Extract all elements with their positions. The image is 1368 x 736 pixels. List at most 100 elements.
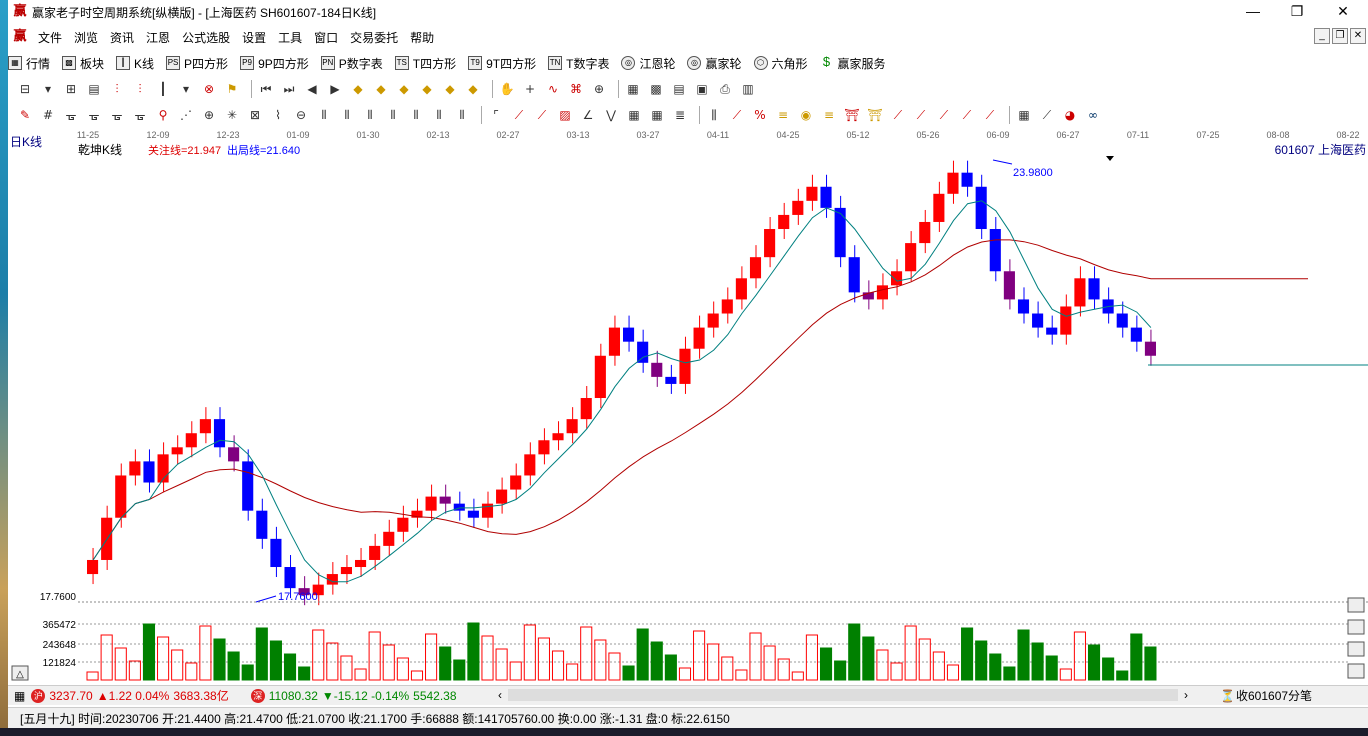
comb2-icon[interactable]: ᚗ [85,106,103,124]
vee-icon[interactable]: ⋁ [602,106,620,124]
first-icon[interactable]: ⏮ [257,80,275,98]
hatch-icon[interactable]: ▨ [556,106,574,124]
nav-t-square[interactable]: TS T四方形 [394,55,456,72]
bars7-icon[interactable]: ⦀ [453,106,471,124]
frame-icon[interactable]: ⌜ [487,106,505,124]
temple2-icon[interactable]: ⛩ [866,106,884,124]
globe-icon[interactable]: ⊕ [590,80,608,98]
menu-settings[interactable]: 设置 [236,29,272,46]
lines-icon[interactable]: ≣ [671,106,689,124]
next-icon[interactable]: ▶ [326,80,344,98]
calc-icon[interactable]: ▩ [647,80,665,98]
pattern-icon[interactable]: ⌘ [567,80,585,98]
last-icon[interactable]: ⏭ [280,80,298,98]
grid-icon[interactable]: ⊞ [62,80,80,98]
fan5-icon[interactable]: ⟋ [958,106,976,124]
nav-9p-square[interactable]: P9 9P四方形 [240,55,309,72]
pin-icon[interactable]: ⚲ [154,106,172,124]
line-chart-icon[interactable]: ⟋ [1038,106,1056,124]
diamond4-icon[interactable]: ◆ [418,80,436,98]
nav-gann-wheel[interactable]: ◎ 江恩轮 [621,55,675,72]
infinity-icon[interactable]: ∞ [1084,106,1102,124]
diamond2-icon[interactable]: ◆ [372,80,390,98]
level2-icon[interactable]: ≡ [820,106,838,124]
zoom-in-button[interactable] [1347,597,1365,613]
grid-icon[interactable]: ▦ [14,689,25,703]
diamond6-icon[interactable]: ◆ [464,80,482,98]
nav-p-square[interactable]: PS P四方形 [166,55,228,72]
comb1-icon[interactable]: ᚗ [62,106,80,124]
doc-icon[interactable]: ▤ [85,80,103,98]
zigzag-icon[interactable]: ∿ [544,80,562,98]
nav-sectors[interactable]: ▩ 板块 [62,55,104,72]
fan4-icon[interactable]: ⟋ [935,106,953,124]
rays-icon[interactable]: ⟋ [510,106,528,124]
menu-trade[interactable]: 交易委托 [344,29,404,46]
dropdown-arrow-icon[interactable]: ▾ [177,80,195,98]
candles-icon[interactable]: ⫶ [108,80,126,98]
comb3-icon[interactable]: ᚗ [108,106,126,124]
bars4-icon[interactable]: ⦀ [384,106,402,124]
layout-icon[interactable]: ⊟ [16,80,34,98]
diamond1-icon[interactable]: ◆ [349,80,367,98]
menu-gann[interactable]: 江恩 [140,29,176,46]
nav-hexagon[interactable]: ⬡ 六角形 [753,55,808,72]
minimize-button[interactable]: — [1230,0,1276,22]
dropdown-arrow-icon[interactable]: ▾ [39,80,57,98]
nav-quotes[interactable]: ▦ 行情 [8,55,50,72]
menu-browse[interactable]: 浏览 [68,29,104,46]
hand-icon[interactable]: ✋ [498,80,516,98]
angle-icon[interactable]: ∠ [579,106,597,124]
scroll-thumb[interactable] [508,689,1178,701]
mdi-minimize-button[interactable]: _ [1314,28,1330,44]
percent-icon[interactable]: % [751,106,769,124]
horizontal-scrollbar[interactable]: ‹ › [498,688,1188,702]
diamond5-icon[interactable]: ◆ [441,80,459,98]
nav-t-table[interactable]: TN T数字表 [548,55,609,72]
grid2-icon[interactable]: ▦ [625,106,643,124]
minus-button[interactable] [1347,663,1365,679]
bars5-icon[interactable]: ⦀ [407,106,425,124]
report-icon[interactable]: ▤ [670,80,688,98]
wave-icon[interactable]: ⌇ [269,106,287,124]
menu-window[interactable]: 窗口 [308,29,344,46]
tick-detail-label[interactable]: 收601607分笔 [1236,687,1312,704]
bars-icon[interactable]: ⦀ [315,106,333,124]
box-icon[interactable]: ⊠ [246,106,264,124]
scroll-left-icon[interactable]: ‹ [498,688,502,702]
pencil-icon[interactable]: ✎ [16,106,34,124]
grid3-icon[interactable]: ▦ [648,106,666,124]
temple-icon[interactable]: ⛩ [843,106,861,124]
stop-icon[interactable]: ⊗ [200,80,218,98]
bars2-icon[interactable]: ⦀ [338,106,356,124]
chart-area[interactable]: 11-25 12-09 12-23 01-09 01-30 02-13 02-27 03-13… [8,128,1368,684]
menu-news[interactable]: 资讯 [104,29,140,46]
print-icon[interactable]: ⎙ [716,80,734,98]
menu-help[interactable]: 帮助 [404,29,440,46]
bars6-icon[interactable]: ⦀ [430,106,448,124]
fan-icon[interactable]: ⋰ [177,106,195,124]
color-wheel-icon[interactable]: ◕ [1061,106,1079,124]
hash1-icon[interactable]: # [39,106,57,124]
zoom-out-button[interactable] [1347,619,1365,635]
menu-formula[interactable]: 公式选股 [176,29,236,46]
layout-button[interactable] [1347,641,1365,657]
nav-service[interactable]: $ 赢家服务 [820,55,886,72]
table2-icon[interactable]: ▦ [1015,106,1033,124]
menu-tools[interactable]: 工具 [272,29,308,46]
ellipse-icon[interactable]: ⊖ [292,106,310,124]
flag-icon[interactable]: ⚑ [223,80,241,98]
fan6-icon[interactable]: ⟋ [981,106,999,124]
comb4-icon[interactable]: ᚗ [131,106,149,124]
menu-file[interactable]: 文件 [32,29,68,46]
scroll-right-icon[interactable]: › [1184,688,1188,702]
bars3-icon[interactable]: ⦀ [361,106,379,124]
mdi-close-button[interactable]: ✕ [1350,28,1366,44]
fan2-icon[interactable]: ⟋ [889,106,907,124]
level-icon[interactable]: ≡ [774,106,792,124]
candles2-icon[interactable]: ⫶ [131,80,149,98]
fan3-icon[interactable]: ⟋ [912,106,930,124]
nav-p-table[interactable]: PN P数字表 [320,55,383,72]
fib-icon[interactable]: ⟋ [728,106,746,124]
diamond3-icon[interactable]: ◆ [395,80,413,98]
